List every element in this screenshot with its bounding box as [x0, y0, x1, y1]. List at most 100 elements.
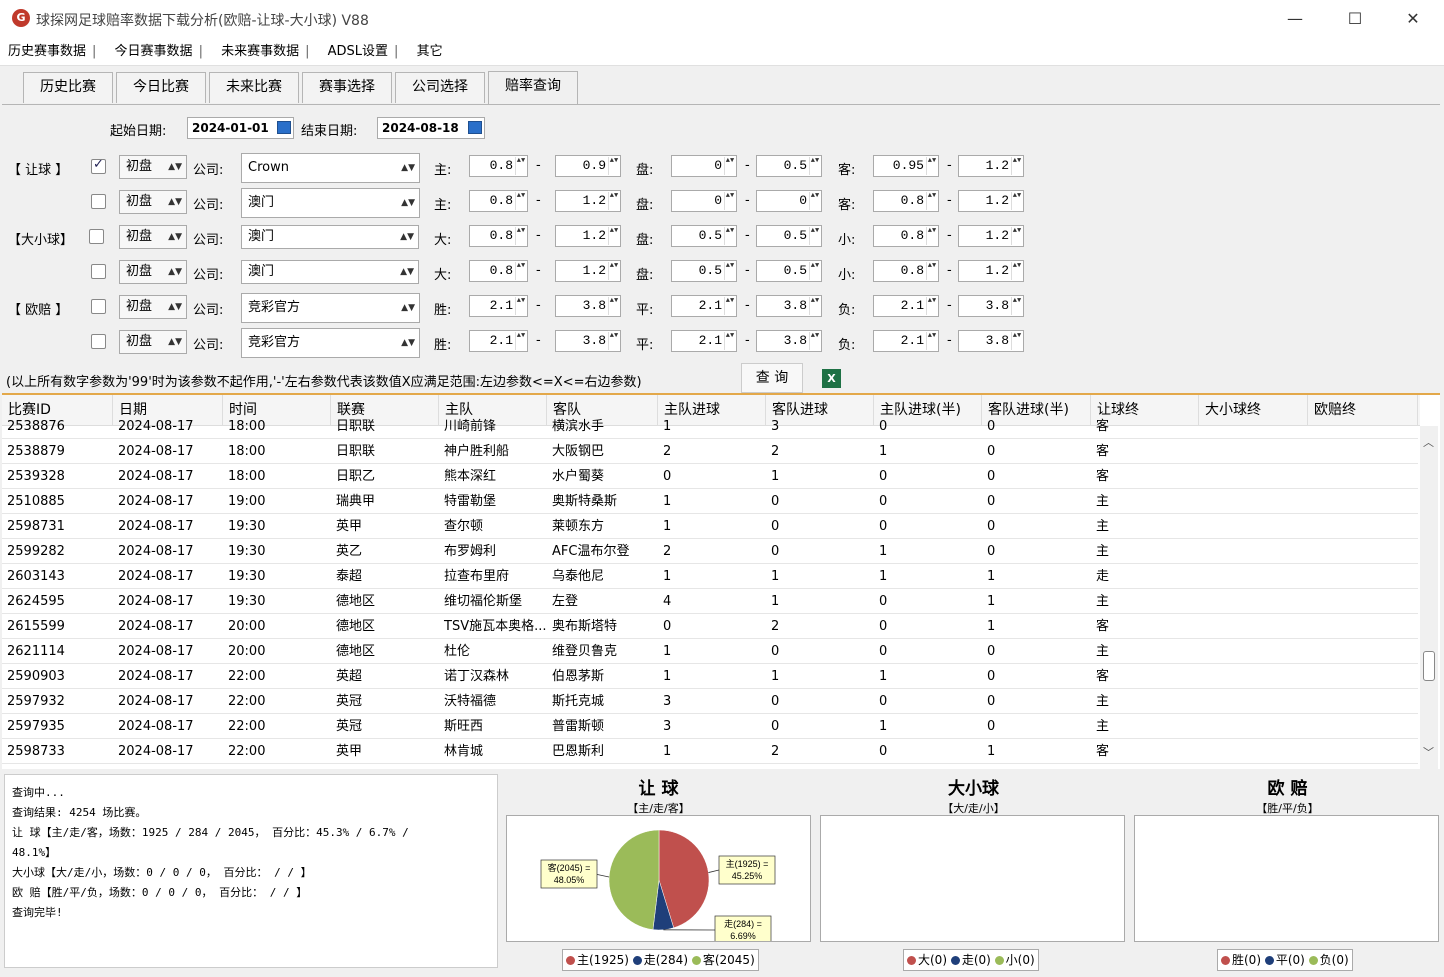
b-range-max-spinner[interactable]: 3.8 ▲▼	[756, 295, 822, 317]
tab-history[interactable]: 历史比赛	[23, 72, 113, 103]
company-select[interactable]: 澳门 ▲▼	[241, 260, 419, 284]
spinner-arrows-icon[interactable]: ▲▼	[515, 157, 526, 175]
c-range-max-spinner[interactable]: 1.2 ▲▼	[958, 155, 1024, 177]
a-range-max-spinner[interactable]: 1.2 ▲▼	[555, 225, 621, 247]
a-range-min-spinner[interactable]: 0.8 ▲▼	[469, 260, 528, 282]
spinner-arrows-icon[interactable]: ▲▼	[926, 192, 937, 210]
spinner-arrows-icon[interactable]: ▲▼	[1011, 262, 1022, 280]
table-row[interactable]: 2621114 2024-08-17 20:00 德地区 杜伦 维登贝鲁克 1 0 0 0 主	[2, 639, 1418, 664]
table-row[interactable]: 2597932 2024-08-17 22:00 英冠 沃特福德 斯托克城 3 0 0 0 主	[2, 689, 1418, 714]
scroll-down-icon[interactable]: ﹀	[1423, 744, 1434, 760]
a-range-min-spinner[interactable]: 0.8 ▲▼	[469, 225, 528, 247]
spinner-arrows-icon[interactable]: ▲▼	[809, 262, 820, 280]
spinner-arrows-icon[interactable]: ▲▼	[724, 332, 735, 350]
table-row[interactable]: 2590903 2024-08-17 22:00 英超 诺丁汉森林 伯恩茅斯 1 1 1 0 客	[2, 664, 1418, 689]
b-range-max-spinner[interactable]: 0.5 ▲▼	[756, 155, 822, 177]
c-range-min-spinner[interactable]: 0.8 ▲▼	[873, 260, 939, 282]
a-range-min-spinner[interactable]: 2.1 ▲▼	[469, 330, 528, 352]
spinner-arrows-icon[interactable]: ▲▼	[809, 227, 820, 245]
a-range-max-spinner[interactable]: 1.2 ▲▼	[555, 190, 621, 212]
start-date-picker[interactable]: 2024-01-01	[187, 117, 294, 139]
spinner-arrows-icon[interactable]: ▲▼	[515, 332, 526, 350]
b-range-max-spinner[interactable]: 3.8 ▲▼	[756, 330, 822, 352]
spinner-arrows-icon[interactable]: ▲▼	[724, 297, 735, 315]
filter-enable-checkbox[interactable]	[91, 334, 106, 349]
spinner-arrows-icon[interactable]: ▲▼	[809, 332, 820, 350]
spinner-arrows-icon[interactable]: ▲▼	[724, 262, 735, 280]
tab-league-select[interactable]: 赛事选择	[302, 72, 392, 103]
spinner-arrows-icon[interactable]: ▲▼	[608, 157, 619, 175]
a-range-min-spinner[interactable]: 0.8 ▲▼	[469, 190, 528, 212]
spinner-arrows-icon[interactable]: ▲▼	[515, 262, 526, 280]
menu-adsl[interactable]: ADSL设置	[320, 38, 388, 66]
company-select[interactable]: 竞彩官方 ▲▼	[241, 293, 420, 323]
spinner-arrows-icon[interactable]: ▲▼	[926, 297, 937, 315]
table-row[interactable]: 2539328 2024-08-17 18:00 日职乙 熊本深红 水户蜀葵 0 1 0 0 客	[2, 464, 1418, 489]
table-row[interactable]: 2615599 2024-08-17 20:00 德地区 TSV施瓦本奥格... 奥布斯塔…	[2, 614, 1418, 639]
vertical-scrollbar[interactable]: ︿ ﹀	[1420, 426, 1438, 769]
tab-company-select[interactable]: 公司选择	[395, 72, 485, 103]
spinner-arrows-icon[interactable]: ▲▼	[608, 262, 619, 280]
spinner-arrows-icon[interactable]: ▲▼	[1011, 332, 1022, 350]
menu-other[interactable]: 其它	[409, 38, 443, 66]
b-range-min-spinner[interactable]: 0.5 ▲▼	[671, 225, 737, 247]
spinner-arrows-icon[interactable]: ▲▼	[724, 157, 735, 175]
c-range-min-spinner[interactable]: 2.1 ▲▼	[873, 330, 939, 352]
maximize-button[interactable]: ☐	[1332, 6, 1378, 32]
company-select[interactable]: Crown ▲▼	[241, 153, 420, 183]
c-range-max-spinner[interactable]: 1.2 ▲▼	[958, 225, 1024, 247]
company-select[interactable]: 竞彩官方 ▲▼	[241, 328, 420, 358]
b-range-max-spinner[interactable]: 0 ▲▼	[756, 190, 822, 212]
spinner-arrows-icon[interactable]: ▲▼	[1011, 157, 1022, 175]
spinner-arrows-icon[interactable]: ▲▼	[809, 192, 820, 210]
spinner-arrows-icon[interactable]: ▲▼	[608, 192, 619, 210]
filter-enable-checkbox[interactable]	[91, 264, 106, 279]
odds-type-select[interactable]: 初盘 ▲▼	[119, 295, 187, 319]
a-range-min-spinner[interactable]: 2.1 ▲▼	[469, 295, 528, 317]
spinner-arrows-icon[interactable]: ▲▼	[1011, 192, 1022, 210]
table-row[interactable]: 2597935 2024-08-17 22:00 英冠 斯旺西 普雷斯顿 3 0 1 0 主	[2, 714, 1418, 739]
query-button[interactable]: 查 询	[741, 363, 803, 393]
table-row[interactable]: 2598733 2024-08-17 22:00 英甲 林肯城 巴恩斯利 1 2 0 1 客	[2, 739, 1418, 764]
company-select[interactable]: 澳门 ▲▼	[241, 225, 419, 249]
odds-type-select[interactable]: 初盘 ▲▼	[119, 155, 187, 179]
spinner-arrows-icon[interactable]: ▲▼	[515, 227, 526, 245]
menu-history[interactable]: 历史赛事数据	[0, 38, 86, 66]
table-row[interactable]: 2510885 2024-08-17 19:00 瑞典甲 特雷勒堡 奥斯特桑斯 1 0 0 0 主	[2, 489, 1418, 514]
b-range-min-spinner[interactable]: 0.5 ▲▼	[671, 260, 737, 282]
menu-today[interactable]: 今日赛事数据	[107, 38, 193, 66]
company-select[interactable]: 澳门 ▲▼	[241, 188, 420, 218]
odds-type-select[interactable]: 初盘 ▲▼	[119, 330, 187, 354]
filter-enable-checkbox[interactable]	[91, 194, 106, 209]
spinner-arrows-icon[interactable]: ▲▼	[608, 332, 619, 350]
odds-type-select[interactable]: 初盘 ▲▼	[119, 260, 187, 284]
a-range-max-spinner[interactable]: 3.8 ▲▼	[555, 295, 621, 317]
c-range-max-spinner[interactable]: 1.2 ▲▼	[958, 190, 1024, 212]
b-range-min-spinner[interactable]: 0 ▲▼	[671, 155, 737, 177]
b-range-min-spinner[interactable]: 2.1 ▲▼	[671, 295, 737, 317]
table-row[interactable]: 2599282 2024-08-17 19:30 英乙 布罗姆利 AFC温布尔登 2 0 1 0 主	[2, 539, 1418, 564]
scroll-up-icon[interactable]: ︿	[1423, 434, 1434, 450]
spinner-arrows-icon[interactable]: ▲▼	[926, 262, 937, 280]
spinner-arrows-icon[interactable]: ▲▼	[515, 297, 526, 315]
spinner-arrows-icon[interactable]: ▲▼	[1011, 227, 1022, 245]
tab-odds-query[interactable]: 赔率查询	[488, 71, 578, 104]
c-range-max-spinner[interactable]: 3.8 ▲▼	[958, 295, 1024, 317]
table-row[interactable]: 2538876 2024-08-17 18:00 日职联 川崎前锋 横滨水手 1 3 0 0 客	[2, 414, 1418, 439]
b-range-max-spinner[interactable]: 0.5 ▲▼	[756, 260, 822, 282]
spinner-arrows-icon[interactable]: ▲▼	[608, 297, 619, 315]
spinner-arrows-icon[interactable]: ▲▼	[608, 227, 619, 245]
filter-enable-checkbox[interactable]	[89, 229, 104, 244]
spinner-arrows-icon[interactable]: ▲▼	[724, 192, 735, 210]
filter-enable-checkbox[interactable]	[91, 299, 106, 314]
scrollbar-thumb[interactable]	[1423, 651, 1435, 681]
b-range-max-spinner[interactable]: 0.5 ▲▼	[756, 225, 822, 247]
b-range-min-spinner[interactable]: 2.1 ▲▼	[671, 330, 737, 352]
calendar-icon[interactable]	[468, 121, 482, 134]
tab-future[interactable]: 未来比赛	[209, 72, 299, 103]
odds-type-select[interactable]: 初盘 ▲▼	[119, 225, 187, 249]
end-date-picker[interactable]: 2024-08-18	[377, 117, 485, 139]
spinner-arrows-icon[interactable]: ▲▼	[724, 227, 735, 245]
c-range-min-spinner[interactable]: 0.8 ▲▼	[873, 225, 939, 247]
close-button[interactable]: ✕	[1390, 6, 1436, 32]
